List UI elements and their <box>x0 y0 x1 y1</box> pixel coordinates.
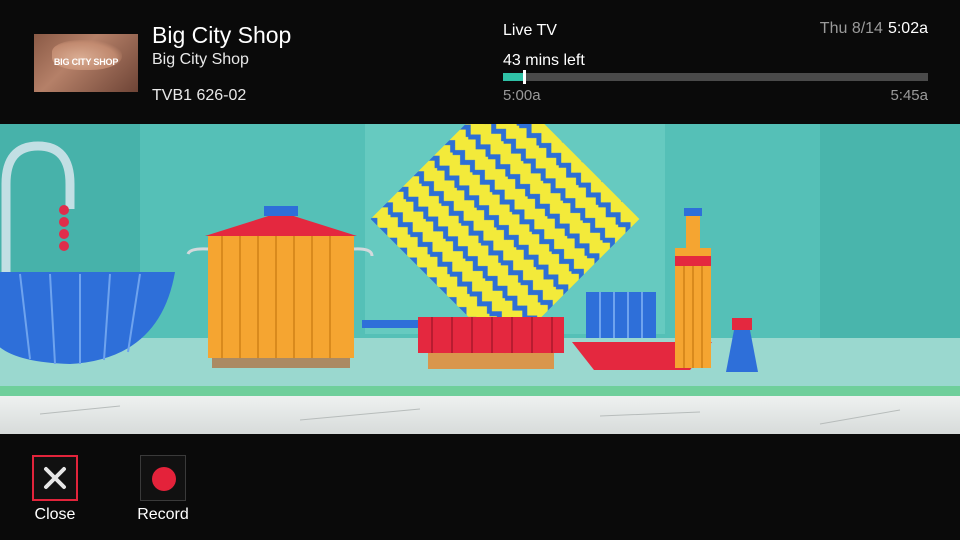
live-video-frame <box>0 124 960 434</box>
close-button[interactable] <box>32 455 78 501</box>
program-title: Big City Shop <box>152 22 292 48</box>
video-scene <box>0 124 960 434</box>
program-end-time: 5:45a <box>890 87 928 104</box>
record-action[interactable]: Record <box>123 455 203 530</box>
program-progress-bar <box>503 70 928 84</box>
progress-fill <box>503 73 525 81</box>
record-button[interactable] <box>140 455 186 501</box>
progress-position-marker <box>523 70 527 84</box>
channel-number: TVB1 626-02 <box>152 87 247 104</box>
source-label: Live TV <box>503 22 557 39</box>
thumbnail-logo-text: BIG CITY SHOP <box>53 57 119 67</box>
close-label: Close <box>34 506 76 523</box>
record-icon <box>152 467 176 491</box>
clock: Thu 8/14 5:02a <box>820 20 928 38</box>
record-label: Record <box>137 506 189 523</box>
program-subtitle: Big City Shop <box>152 51 249 68</box>
program-start-time: 5:00a <box>503 87 541 104</box>
time-remaining: 43 mins left <box>503 52 585 69</box>
close-icon <box>44 467 66 489</box>
program-info-bar: BIG CITY SHOP Big City Shop Big City Sho… <box>0 0 960 124</box>
clock-date: Thu 8/14 <box>819 20 883 37</box>
close-action[interactable]: Close <box>15 455 95 530</box>
tv-guide-overlay: BIG CITY SHOP Big City Shop Big City Sho… <box>0 0 960 540</box>
clock-time: 5:02a <box>887 20 928 37</box>
program-thumbnail: BIG CITY SHOP <box>34 34 138 92</box>
